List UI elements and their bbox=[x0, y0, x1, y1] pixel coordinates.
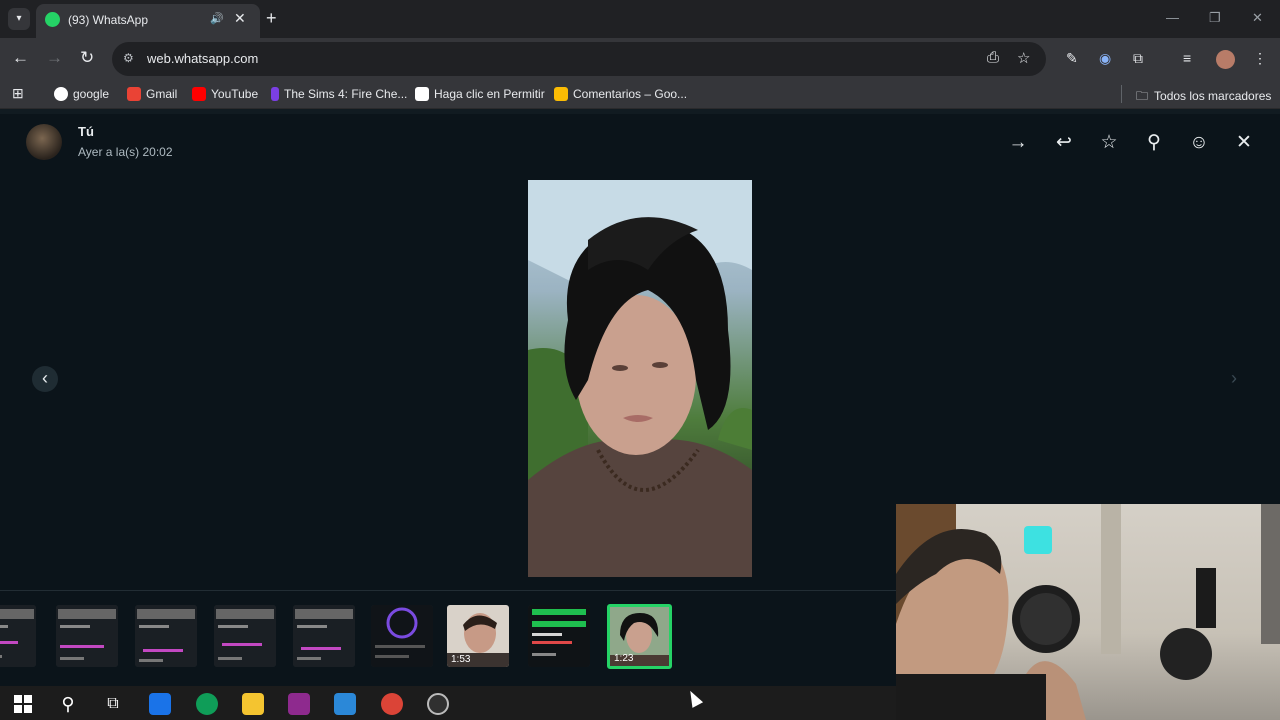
thumbnail-item[interactable] bbox=[0, 605, 36, 667]
bookmark-label: Comentarios – Goo... bbox=[573, 87, 688, 101]
forward-nav-icon[interactable]: → bbox=[46, 48, 63, 68]
bookmark-youtube[interactable]: YouTube bbox=[192, 87, 258, 101]
thumbnail-item[interactable] bbox=[371, 605, 433, 667]
webcam-overlay bbox=[896, 504, 1280, 720]
bookmark-label: Gmail bbox=[146, 87, 178, 101]
obs-icon[interactable] bbox=[427, 693, 449, 715]
next-media-button[interactable]: › bbox=[1221, 366, 1247, 392]
tab-close-icon[interactable]: ✕ bbox=[234, 10, 246, 27]
install-app-icon[interactable]: ⎙ bbox=[987, 49, 999, 66]
google-icon bbox=[54, 87, 68, 101]
reply-icon[interactable]: ↩ bbox=[1051, 130, 1077, 156]
chrome-icon[interactable] bbox=[381, 693, 403, 715]
extension-badge-icon[interactable]: ◉ bbox=[1099, 50, 1111, 67]
store-icon[interactable] bbox=[334, 693, 356, 715]
thumbnail-preview bbox=[371, 605, 433, 667]
thumbnail-preview bbox=[214, 605, 276, 667]
sender-avatar[interactable] bbox=[26, 124, 62, 160]
extensions-icon[interactable]: ⧉ bbox=[1133, 50, 1143, 67]
whatsapp-icon bbox=[45, 12, 60, 27]
bookmark-google[interactable]: google bbox=[54, 87, 109, 101]
thumbnail-item-selected[interactable]: 1:23 bbox=[607, 604, 672, 669]
sender-time: Ayer a la(s) 20:02 bbox=[78, 145, 173, 159]
thumbnail-item[interactable] bbox=[135, 605, 197, 667]
tab-strip: ▾ (93) WhatsApp 🔊 ✕ + — ❐ ✕ bbox=[0, 0, 1280, 38]
minimize-icon[interactable]: — bbox=[1166, 10, 1179, 25]
folder-icon: 🗀 bbox=[1136, 89, 1149, 103]
bookmark-label: YouTube bbox=[211, 87, 259, 101]
browser-toolbar: ← → ↻ ⚙ web.whatsapp.com ⎙ ☆ ✎ ◉ ⧉ ≡ ⋮ bbox=[0, 38, 1280, 80]
task-view-icon[interactable]: ⧉ bbox=[102, 693, 124, 715]
bookmark-sims[interactable]: The Sims 4: Fire Che... bbox=[271, 87, 407, 101]
close-icon[interactable]: ✕ bbox=[1231, 130, 1257, 156]
sender-name: Tú bbox=[78, 124, 94, 139]
thumbnail-preview bbox=[56, 605, 118, 667]
thumbnail-item[interactable] bbox=[528, 605, 590, 667]
bookmark-gmail[interactable]: Gmail bbox=[127, 87, 177, 101]
thumbnail-preview bbox=[293, 605, 355, 667]
window-close-icon[interactable]: ✕ bbox=[1252, 10, 1263, 26]
address-bar[interactable]: ⚙ web.whatsapp.com ⎙ ☆ bbox=[112, 42, 1046, 76]
url-text: web.whatsapp.com bbox=[147, 51, 259, 66]
edge-icon[interactable] bbox=[196, 693, 218, 715]
pen-extension-icon[interactable]: ✎ bbox=[1066, 50, 1078, 67]
video-duration: 1:23 bbox=[614, 653, 634, 664]
google-ads-icon bbox=[554, 87, 568, 101]
previous-media-button[interactable]: ‹ bbox=[32, 366, 58, 392]
all-bookmarks-folder[interactable]: 🗀 Todos los marcadores bbox=[1136, 87, 1271, 108]
thumbnail-preview bbox=[135, 605, 197, 667]
tab-whatsapp[interactable]: (93) WhatsApp 🔊 ✕ bbox=[36, 4, 260, 38]
new-tab-button[interactable]: + bbox=[266, 8, 277, 29]
windows-start-icon[interactable] bbox=[12, 693, 34, 715]
menu-icon[interactable]: ⋮ bbox=[1253, 50, 1267, 67]
bookmarks-bar: ⊞ google Gmail YouTube The Sims 4: Fire … bbox=[0, 80, 1280, 109]
tab-search-button[interactable]: ▾ bbox=[8, 8, 30, 30]
thumbnail-preview bbox=[528, 605, 590, 667]
bookmark-label: Haga clic en Permitir bbox=[434, 87, 545, 101]
bookmark-label: The Sims 4: Fire Che... bbox=[284, 87, 408, 101]
bookmark-star-icon[interactable]: ☆ bbox=[1017, 49, 1030, 67]
page-icon bbox=[415, 87, 429, 101]
media-control-icon[interactable]: ≡ bbox=[1183, 50, 1191, 66]
emoji-icon[interactable]: ☺ bbox=[1186, 130, 1212, 156]
all-bookmarks-label: Todos los marcadores bbox=[1154, 89, 1272, 103]
profile-avatar[interactable] bbox=[1216, 50, 1235, 69]
bookmark-divider bbox=[1121, 85, 1122, 103]
gmail-icon bbox=[127, 87, 141, 101]
media-video-frame[interactable] bbox=[528, 180, 752, 577]
video-frame-illustration bbox=[528, 180, 752, 577]
star-icon[interactable]: ☆ bbox=[1096, 130, 1122, 156]
bookmark-comentarios[interactable]: Comentarios – Goo... bbox=[554, 87, 687, 101]
start-logo bbox=[14, 695, 32, 713]
outlook-icon[interactable] bbox=[149, 693, 171, 715]
thumbnail-item[interactable] bbox=[214, 605, 276, 667]
apps-grid-icon[interactable]: ⊞ bbox=[12, 85, 24, 102]
pin-icon[interactable]: ⚲ bbox=[1141, 130, 1167, 156]
site-info-icon[interactable]: ⚙ bbox=[123, 51, 134, 65]
youtube-icon bbox=[192, 87, 206, 101]
bookmark-label: google bbox=[73, 87, 110, 101]
thumbnail-item[interactable] bbox=[293, 605, 355, 667]
search-icon[interactable]: ⚲ bbox=[57, 693, 79, 715]
winrar-icon[interactable] bbox=[288, 693, 310, 715]
thumbnail-item[interactable] bbox=[56, 605, 118, 667]
speaker-icon[interactable]: 🔊 bbox=[210, 12, 224, 25]
reload-icon[interactable]: ↻ bbox=[80, 48, 94, 68]
tab-title: (93) WhatsApp bbox=[68, 13, 149, 27]
forward-icon[interactable]: → bbox=[1005, 130, 1031, 156]
thumbnail-item[interactable]: 1:53 bbox=[447, 605, 509, 667]
file-explorer-icon[interactable] bbox=[242, 693, 264, 715]
webcam-scene bbox=[896, 504, 1280, 720]
video-duration: 1:53 bbox=[451, 654, 471, 665]
bookmark-permitir[interactable]: Haga clic en Permitir bbox=[415, 87, 545, 101]
thumbnail-preview bbox=[0, 605, 36, 667]
restore-icon[interactable]: ❐ bbox=[1209, 10, 1221, 26]
back-icon[interactable]: ← bbox=[12, 48, 29, 68]
sims-icon bbox=[271, 87, 279, 101]
